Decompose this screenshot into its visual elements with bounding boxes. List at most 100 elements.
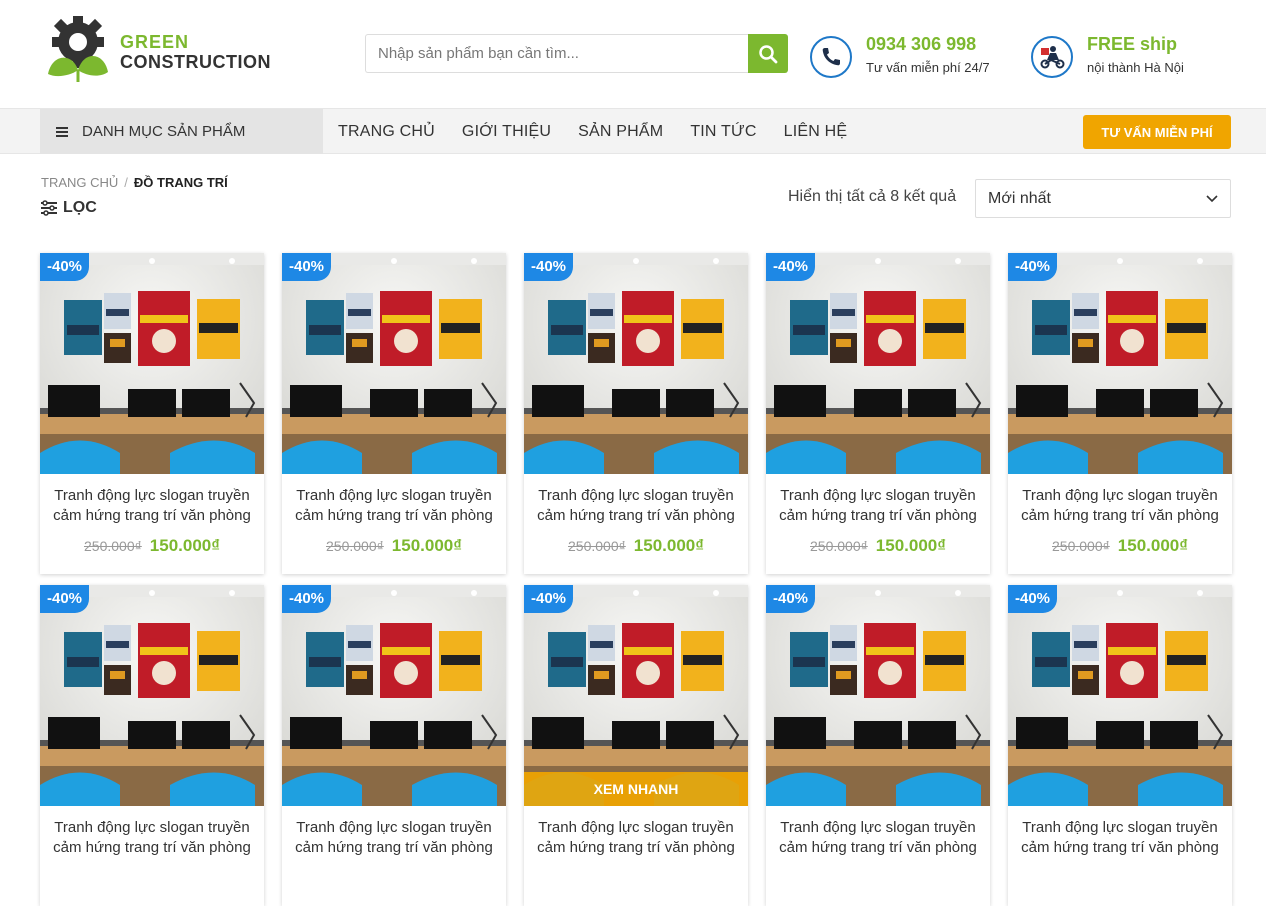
sort-selected-value: Mới nhất bbox=[988, 189, 1051, 207]
breadcrumb-separator: / bbox=[124, 175, 128, 190]
product-card[interactable]: -40% Tranh động lực slogan truyền cảm hứn… bbox=[282, 253, 506, 574]
site-logo[interactable]: GREEN CONSTRUCTION bbox=[42, 14, 282, 84]
product-price: 250.000₫ 150.000₫ bbox=[40, 536, 264, 556]
product-card[interactable]: -40% Tranh động lực slogan truyền cảm hứn… bbox=[766, 585, 990, 906]
hotline-number: 0934 306 998 bbox=[866, 34, 977, 54]
sale-price: 150.000₫ bbox=[875, 536, 946, 555]
site-header: GREEN CONSTRUCTION 0934 306 998 Tư vấn m… bbox=[0, 0, 1266, 108]
breadcrumb: TRANG CHỦ / ĐỒ TRANG TRÍ bbox=[41, 175, 228, 190]
discount-badge: -40% bbox=[524, 585, 574, 613]
product-image-wrap[interactable]: -40% bbox=[524, 253, 748, 474]
product-image bbox=[524, 253, 748, 474]
discount-badge: -40% bbox=[40, 253, 90, 281]
logo-line-1: GREEN bbox=[120, 32, 190, 52]
old-price: 250.000₫ bbox=[810, 538, 868, 554]
category-menu-button[interactable]: DANH MỤC SẢN PHẨM bbox=[40, 109, 323, 154]
filter-button[interactable]: LỌC bbox=[40, 199, 97, 217]
product-name[interactable]: Tranh động lực slogan truyền cảm hứng tr… bbox=[766, 806, 990, 858]
product-image bbox=[282, 585, 506, 806]
product-price: 250.000₫ 150.000₫ bbox=[524, 536, 748, 556]
discount-badge: -40% bbox=[1008, 585, 1058, 613]
hamburger-icon bbox=[56, 126, 68, 137]
discount-badge: -40% bbox=[282, 253, 332, 281]
search-bar bbox=[365, 34, 788, 73]
product-image-wrap[interactable]: -40% bbox=[766, 585, 990, 806]
product-card[interactable]: -40% Tranh động lực slogan truyền cảm hứn… bbox=[766, 253, 990, 574]
nav-item-news[interactable]: TIN TỨC bbox=[690, 123, 756, 141]
product-card[interactable]: -40% Tranh động lực slogan truyền cảm hứn… bbox=[40, 585, 264, 906]
product-card[interactable]: -40% Tranh động lực slogan truyền cảm hứn… bbox=[524, 253, 748, 574]
product-name[interactable]: Tranh động lực slogan truyền cảm hứng tr… bbox=[40, 806, 264, 858]
product-image bbox=[1008, 253, 1232, 474]
product-image-wrap[interactable]: -40% bbox=[40, 253, 264, 474]
search-icon bbox=[759, 44, 778, 63]
category-menu-label: DANH MỤC SẢN PHẨM bbox=[82, 123, 246, 140]
results-count: Hiển thị tất cả 8 kết quả bbox=[788, 188, 957, 205]
breadcrumb-home[interactable]: TRANG CHỦ bbox=[41, 175, 118, 190]
free-consult-button[interactable]: TƯ VẤN MIỄN PHÍ bbox=[1083, 115, 1231, 149]
sale-price: 150.000₫ bbox=[633, 536, 704, 555]
search-button[interactable] bbox=[748, 34, 788, 73]
product-image-wrap[interactable]: -40% XEM NHANH bbox=[524, 585, 748, 806]
product-image bbox=[282, 253, 506, 474]
hotline-block[interactable]: 0934 306 998 Tư vấn miễn phí 24/7 bbox=[810, 33, 990, 81]
product-price: 250.000₫ 150.000₫ bbox=[766, 536, 990, 556]
product-name[interactable]: Tranh động lực slogan truyền cảm hứng tr… bbox=[1008, 806, 1232, 858]
product-image-wrap[interactable]: -40% bbox=[40, 585, 264, 806]
sort-select[interactable]: Mới nhất bbox=[975, 179, 1231, 218]
product-name[interactable]: Tranh động lực slogan truyền cảm hứng tr… bbox=[282, 474, 506, 526]
product-image bbox=[1008, 585, 1232, 806]
gear-leaf-logo-icon bbox=[48, 16, 108, 82]
product-name[interactable]: Tranh động lực slogan truyền cảm hứng tr… bbox=[282, 806, 506, 858]
nav-item-about[interactable]: GIỚI THIỆU bbox=[462, 123, 551, 141]
nav-item-contact[interactable]: LIÊN HỆ bbox=[784, 123, 848, 141]
free-ship-title: FREE ship bbox=[1087, 34, 1178, 54]
breadcrumb-current: ĐỒ TRANG TRÍ bbox=[133, 175, 228, 190]
product-image-wrap[interactable]: -40% bbox=[1008, 253, 1232, 474]
product-image bbox=[40, 585, 264, 806]
product-card[interactable]: -40% Tranh động lực slogan truyền cảm hứn… bbox=[1008, 253, 1232, 574]
product-image-wrap[interactable]: -40% bbox=[1008, 585, 1232, 806]
discount-badge: -40% bbox=[282, 585, 332, 613]
product-card[interactable]: -40% Tranh động lực slogan truyền cảm hứn… bbox=[40, 253, 264, 574]
product-price: 250.000₫ 150.000₫ bbox=[1008, 536, 1232, 556]
product-price: 250.000₫ 150.000₫ bbox=[282, 536, 506, 556]
product-image-wrap[interactable]: -40% bbox=[282, 585, 506, 806]
main-navigation: DANH MỤC SẢN PHẨM TRANG CHỦ GIỚI THIỆU S… bbox=[0, 108, 1266, 154]
product-card[interactable]: -40% XEM NHANH Tranh động lực slogan truyề… bbox=[524, 585, 748, 906]
filter-label: LỌC bbox=[63, 199, 97, 216]
nav-item-products[interactable]: SẢN PHẨM bbox=[578, 123, 663, 141]
product-name[interactable]: Tranh động lực slogan truyền cảm hứng tr… bbox=[40, 474, 264, 526]
logo-line-2: CONSTRUCTION bbox=[120, 52, 271, 72]
free-ship-subtitle: nội thành Hà Nội bbox=[1087, 60, 1184, 75]
product-image bbox=[766, 253, 990, 474]
delivery-icon bbox=[1031, 36, 1073, 78]
nav-item-home[interactable]: TRANG CHỦ bbox=[338, 123, 435, 141]
chevron-down-icon bbox=[1206, 194, 1218, 202]
product-name[interactable]: Tranh động lực slogan truyền cảm hứng tr… bbox=[524, 474, 748, 526]
product-image bbox=[766, 585, 990, 806]
discount-badge: -40% bbox=[524, 253, 574, 281]
old-price: 250.000₫ bbox=[1052, 538, 1110, 554]
search-input[interactable] bbox=[365, 34, 748, 73]
free-ship-block: FREE ship nội thành Hà Nội bbox=[1031, 33, 1184, 81]
old-price: 250.000₫ bbox=[84, 538, 142, 554]
product-card[interactable]: -40% Tranh động lực slogan truyền cảm hứn… bbox=[1008, 585, 1232, 906]
product-name[interactable]: Tranh động lực slogan truyền cảm hứng tr… bbox=[1008, 474, 1232, 526]
hotline-subtitle: Tư vấn miễn phí 24/7 bbox=[866, 60, 990, 75]
product-name[interactable]: Tranh động lực slogan truyền cảm hứng tr… bbox=[524, 806, 748, 858]
sale-price: 150.000₫ bbox=[1117, 536, 1188, 555]
sale-price: 150.000₫ bbox=[149, 536, 220, 555]
old-price: 250.000₫ bbox=[568, 538, 626, 554]
quick-view-button[interactable]: XEM NHANH bbox=[524, 772, 748, 806]
sale-price: 150.000₫ bbox=[391, 536, 462, 555]
product-image-wrap[interactable]: -40% bbox=[766, 253, 990, 474]
discount-badge: -40% bbox=[1008, 253, 1058, 281]
discount-badge: -40% bbox=[766, 585, 816, 613]
phone-icon bbox=[810, 36, 852, 78]
discount-badge: -40% bbox=[40, 585, 90, 613]
product-card[interactable]: -40% Tranh động lực slogan truyền cảm hứn… bbox=[282, 585, 506, 906]
discount-badge: -40% bbox=[766, 253, 816, 281]
product-name[interactable]: Tranh động lực slogan truyền cảm hứng tr… bbox=[766, 474, 990, 526]
product-image-wrap[interactable]: -40% bbox=[282, 253, 506, 474]
